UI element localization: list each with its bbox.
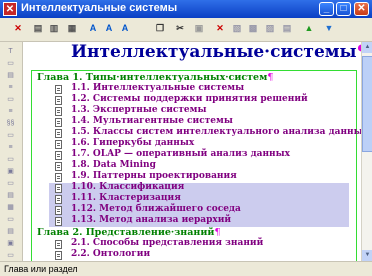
- section-label: 1.12. Метод ближайшего соседа: [71, 204, 241, 214]
- sidebar-button-10[interactable]: ▭: [3, 154, 18, 166]
- delete-button[interactable]: ✕: [10, 21, 26, 37]
- document-title: Интеллектуальные·системы¶: [71, 42, 361, 66]
- copy-button[interactable]: ❐: [152, 21, 168, 37]
- move-up-button[interactable]: ▲: [301, 21, 317, 37]
- document-icon: [55, 85, 62, 94]
- app-window: ✕ Интеллектуальные системы _ □ ✕ ✕ ▤ ▥ ▦ A A A…: [0, 0, 372, 276]
- chapter-title: Глава 1. Типы·интеллектуальных·систем: [37, 72, 268, 83]
- document-icon: [55, 96, 62, 105]
- toolbar: ✕ ▤ ▥ ▦ A A A ❐ ✂ ▣ ✕ ▧ ▩ ▨ ▤ ▲ ▼: [0, 18, 372, 42]
- document-icon: [55, 217, 62, 226]
- document-icon: [55, 206, 62, 215]
- maximize-button[interactable]: □: [336, 2, 351, 16]
- document-icon: [55, 151, 62, 160]
- minimize-button[interactable]: _: [319, 2, 334, 16]
- format3-button[interactable]: ▨: [262, 21, 278, 37]
- style-a3-button[interactable]: A: [117, 21, 133, 37]
- sidebar-button-13[interactable]: ▤: [3, 190, 18, 202]
- sidebar-button-4[interactable]: ≡: [3, 82, 18, 94]
- vertical-scrollbar[interactable]: ▲ ▼: [361, 42, 372, 261]
- document-icon: [55, 251, 62, 260]
- format1-button[interactable]: ▧: [229, 21, 245, 37]
- document-icon: [55, 162, 62, 171]
- scroll-thumb[interactable]: [362, 56, 372, 152]
- window-title: Интеллектуальные системы: [21, 2, 178, 14]
- section-label: 1.6. Гиперкубы данных: [71, 138, 195, 148]
- status-text: Глава или раздел: [4, 264, 78, 274]
- move-down-button[interactable]: ▼: [321, 21, 337, 37]
- close-button[interactable]: ✕: [354, 2, 369, 16]
- section-item[interactable]: 1.13. Метод анализа иерархий: [49, 215, 349, 227]
- section-label: 1.11. Кластеризация: [71, 193, 181, 203]
- scroll-up-arrow[interactable]: ▲: [362, 42, 372, 53]
- format4-button[interactable]: ▤: [279, 21, 295, 37]
- document-icon: [55, 195, 62, 204]
- scroll-down-arrow[interactable]: ▼: [362, 250, 372, 261]
- sidebar-button-6[interactable]: ≡: [3, 106, 18, 118]
- save-button[interactable]: ▥: [46, 21, 62, 37]
- format2-button[interactable]: ▩: [245, 21, 261, 37]
- document-icon: [55, 107, 62, 116]
- pilcrow: ¶: [267, 72, 274, 83]
- sidebar-button-5[interactable]: ▭: [3, 94, 18, 106]
- section-label: 1.10. Классификация: [71, 182, 185, 192]
- section-label: 1.3. Экспертные системы: [71, 105, 207, 115]
- open-button[interactable]: ▤: [30, 21, 46, 37]
- app-icon: ✕: [3, 2, 17, 16]
- style-a2-button[interactable]: A: [101, 21, 117, 37]
- sidebar-button-12[interactable]: ▭: [3, 178, 18, 190]
- section-label: 1.4. Мультиагентные системы: [71, 116, 233, 126]
- section-label: 1.7. OLAP — оперативный анализ данных: [71, 149, 291, 159]
- section-label: 1.5. Классы систем интеллектуального ана…: [71, 127, 361, 137]
- remove-button[interactable]: ✕: [212, 21, 228, 37]
- document-icon: [55, 240, 62, 249]
- section-label: 2.1. Способы представления знаний: [71, 238, 264, 248]
- section-label: 1.1. Интеллектуальные системы: [71, 83, 245, 93]
- document-icon: [55, 129, 62, 138]
- section-label: 1.13. Метод анализа иерархий: [71, 215, 232, 225]
- section-label: 2.2. Онтологии: [71, 249, 151, 259]
- paste-button[interactable]: ▣: [191, 21, 207, 37]
- sidebar-button-14[interactable]: ▦: [3, 202, 18, 214]
- sidebar-button-2[interactable]: ▭: [3, 58, 18, 70]
- document-icon: [55, 184, 62, 193]
- document-icon: [55, 173, 62, 182]
- format-sidebar: T ▭ ▤ ≡ ▭ ≡ §§ ▭ ≡ ▭ ▣ ▭ ▤ ▦ ▭ ▤ ▣ ▭: [0, 42, 23, 261]
- cut-button[interactable]: ✂: [172, 21, 188, 37]
- document-title-text: Интеллектуальные·системы: [71, 42, 357, 62]
- sidebar-button-16[interactable]: ▤: [3, 226, 18, 238]
- chapter-title: Глава 2. Представление·знаний: [37, 227, 215, 238]
- sidebar-button-8[interactable]: ▭: [3, 130, 18, 142]
- sidebar-button-11[interactable]: ▣: [3, 166, 18, 178]
- sidebar-button-17[interactable]: ▣: [3, 238, 18, 250]
- sidebar-button-1[interactable]: T: [3, 46, 18, 58]
- sidebar-button-15[interactable]: ▭: [3, 214, 18, 226]
- print-button[interactable]: ▦: [64, 21, 80, 37]
- pilcrow: ¶: [214, 227, 221, 238]
- document-view[interactable]: Интеллектуальные·системы¶ Глава 1. Типы·…: [23, 42, 361, 261]
- section-item[interactable]: 2.2. Онтологии: [49, 249, 349, 261]
- document-icon: [55, 118, 62, 127]
- status-bar: Глава или раздел: [0, 261, 372, 276]
- document-icon: [55, 140, 62, 149]
- chapter-heading[interactable]: Глава 1. Типы·интеллектуальных·систем¶: [37, 72, 273, 83]
- section-label: 1.9. Паттерны проектирования: [71, 171, 237, 181]
- chapter-heading[interactable]: Глава 2. Представление·знаний¶: [37, 227, 220, 238]
- sidebar-button-3[interactable]: ▤: [3, 70, 18, 82]
- section-label: 1.2. Системы поддержки принятия решений: [71, 94, 308, 104]
- sidebar-button-7[interactable]: §§: [3, 118, 18, 130]
- sidebar-button-9[interactable]: ≡: [3, 142, 18, 154]
- section-label: 1.8. Data Mining: [71, 160, 156, 170]
- style-a-button[interactable]: A: [85, 21, 101, 37]
- title-bar[interactable]: ✕ Интеллектуальные системы _ □ ✕: [0, 0, 372, 18]
